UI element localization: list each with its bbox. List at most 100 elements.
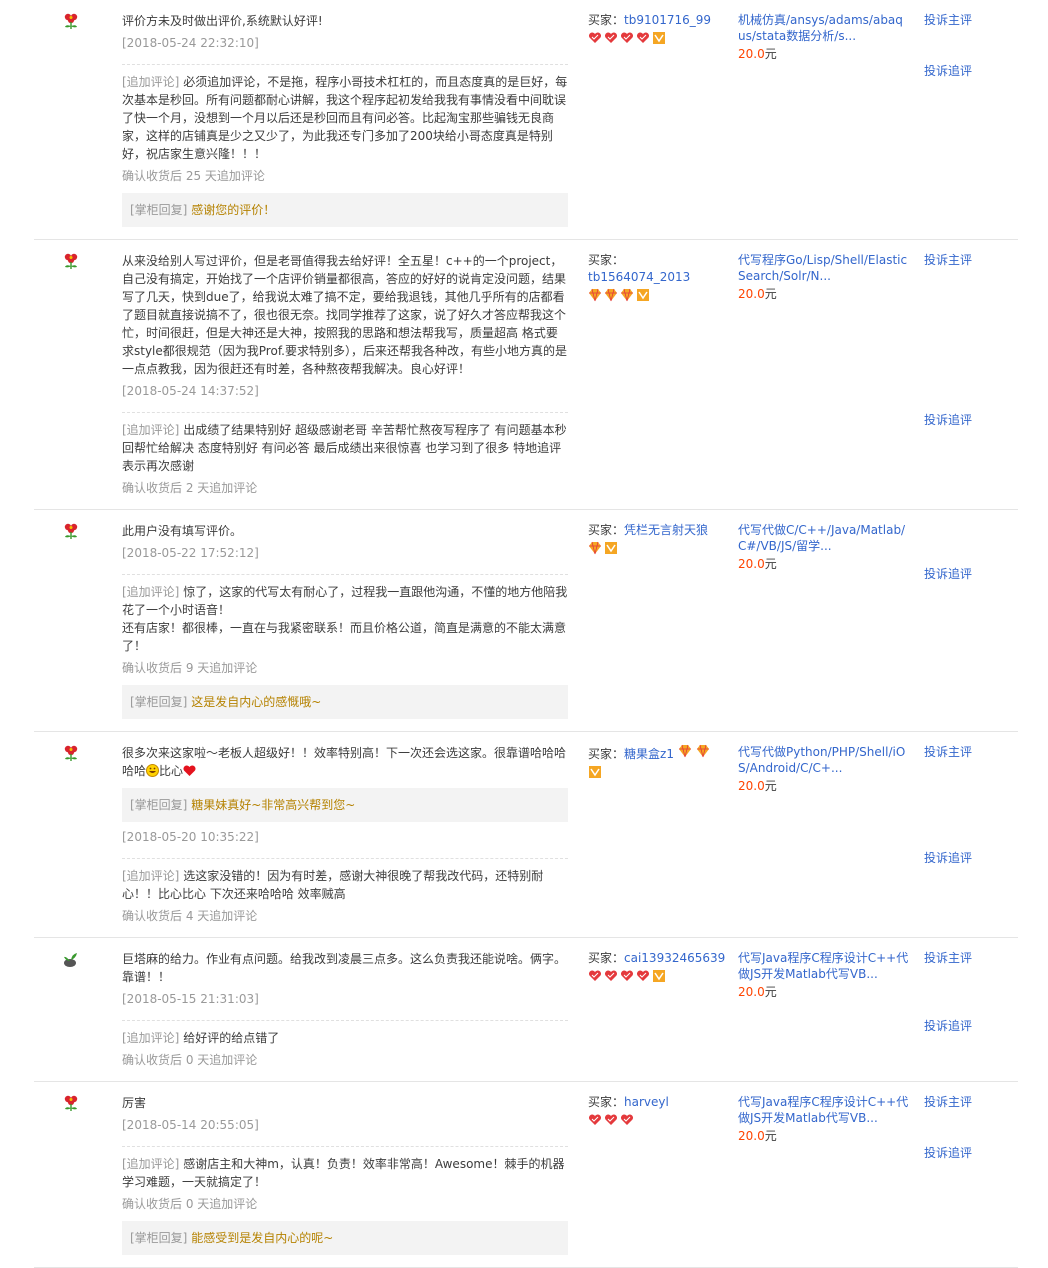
complain-main-link[interactable]: 投诉主评	[924, 744, 1014, 760]
green-plant-icon	[62, 950, 80, 968]
item-title-link[interactable]: 代写程序Go/Lisp/Shell/Elastic Search/Solr/N.…	[738, 253, 907, 283]
heart-icon	[620, 1113, 634, 1127]
diamond-icon	[620, 288, 634, 302]
currency-label: 元	[764, 985, 777, 999]
item-price: 20.0	[738, 287, 765, 301]
complain-main-link[interactable]: 投诉主评	[924, 1094, 1014, 1110]
buyer-info: 买家：harveyl	[588, 1094, 726, 1127]
currency-label: 元	[764, 287, 777, 301]
diamond-icon	[588, 288, 602, 302]
buyer-credit-badges	[588, 765, 726, 779]
item-title-link[interactable]: 机械仿真/ansys/adams/abaqus/stata数据分析/s...	[738, 13, 903, 43]
item-info: 代写程序Go/Lisp/Shell/Elastic Search/Solr/N.…	[738, 252, 910, 302]
heart-icon	[604, 31, 618, 45]
vip-icon	[652, 31, 666, 45]
buyer-name-link[interactable]: tb1564074_2013	[588, 270, 690, 284]
append-tag: [追加评论]	[122, 585, 180, 599]
complain-main-link[interactable]: 投诉主评	[924, 950, 1014, 966]
append-meta: 确认收货后 4 天追加评论	[122, 909, 258, 923]
append-meta: 确认收货后 0 天追加评论	[122, 1197, 258, 1211]
buyer-name-link[interactable]: cai13932465639	[624, 951, 725, 965]
currency-label: 元	[764, 1129, 777, 1143]
buyer-info: 买家：tb9101716_99	[588, 12, 726, 45]
red-flower-icon	[62, 744, 80, 762]
red-heart-icon	[183, 764, 196, 776]
append-text: 给好评的给点错了	[183, 1031, 280, 1045]
buyer-label: 买家：	[588, 13, 625, 27]
item-title-link[interactable]: 代写代做C/C++/Java/Matlab/C#/VB/JS/留学...	[738, 523, 905, 553]
buyer-label: 买家：	[588, 523, 625, 537]
heart-icon	[604, 1113, 618, 1127]
heart-icon	[588, 31, 602, 45]
seller-reply: [掌柜回复] 感谢您的评价！	[122, 193, 568, 227]
grin-emoji-icon	[146, 764, 160, 777]
review-list: 评价方未及时做出评价,系统默认好评! [2018-05-24 22:32:10]…	[34, 0, 1018, 1268]
item-price: 20.0	[738, 985, 765, 999]
append-meta: 确认收货后 9 天追加评论	[122, 661, 258, 675]
item-info: 代写Java程序C程序设计C++代做JS开发Matlab代写VB... 20.0…	[738, 950, 910, 1000]
currency-label: 元	[764, 557, 777, 571]
append-tag: [追加评论]	[122, 1031, 180, 1045]
buyer-name-link[interactable]: tb9101716_99	[624, 13, 711, 27]
buyer-info: 买家： tb1564074_2013	[588, 252, 726, 302]
append-tag: [追加评论]	[122, 869, 180, 883]
buyer-name-link[interactable]: harveyl	[624, 1095, 669, 1109]
reply-text: 这是发自内心的感慨哦~	[191, 695, 322, 709]
review-date: [2018-05-14 20:55:05]	[122, 1116, 568, 1147]
complain-append-link[interactable]: 投诉追评	[924, 412, 1014, 428]
red-flower-icon	[62, 12, 80, 30]
item-info: 代写代做Python/PHP/Shell/iOS/Android/C/C+...…	[738, 744, 910, 794]
currency-label: 元	[764, 47, 777, 61]
review-date: [2018-05-24 22:32:10]	[122, 34, 568, 65]
complain-main-link[interactable]: 投诉主评	[924, 252, 1014, 268]
red-flower-icon	[62, 1094, 80, 1112]
complain-append-link[interactable]: 投诉追评	[924, 1018, 1014, 1034]
buyer-name-link[interactable]: 凭栏无言射天狼	[624, 523, 708, 537]
diamond-icon	[696, 744, 710, 758]
complain-main-link[interactable]: 投诉主评	[924, 12, 1014, 28]
review-date: [2018-05-24 14:37:52]	[122, 382, 568, 413]
heart-icon	[588, 969, 602, 983]
review-item: 此用户没有填写评价。 [2018-05-22 17:52:12] [追加评论] …	[34, 510, 1018, 732]
review-text: 评价方未及时做出评价,系统默认好评!	[122, 14, 323, 28]
complain-append-link[interactable]: 投诉追评	[924, 566, 1014, 582]
append-meta: 确认收货后 25 天追加评论	[122, 169, 265, 183]
item-info: 代写代做C/C++/Java/Matlab/C#/VB/JS/留学... 20.…	[738, 522, 910, 572]
buyer-info: 买家：糖果盒z1	[588, 744, 726, 779]
heart-icon	[636, 31, 650, 45]
complain-append-link[interactable]: 投诉追评	[924, 850, 1014, 866]
reply-text: 感谢您的评价！	[191, 203, 276, 217]
heart-icon	[604, 969, 618, 983]
review-item: 很多次来这家啦～老板人超级好！！效率特别高！下一次还会选这家。很靠谱哈哈哈哈哈比…	[34, 732, 1018, 938]
review-item: 从来没给别人写过评价，但是老哥值得我去给好评！全五星！c++的一个project…	[34, 240, 1018, 510]
reply-text: 糖果妹真好~非常高兴帮到您~	[191, 798, 356, 812]
heart-icon	[588, 1113, 602, 1127]
buyer-name-link[interactable]: 糖果盒z1	[624, 747, 674, 761]
item-title-link[interactable]: 代写代做Python/PHP/Shell/iOS/Android/C/C+...	[738, 745, 905, 775]
append-meta: 确认收货后 0 天追加评论	[122, 1053, 258, 1067]
heart-icon	[620, 969, 634, 983]
review-text: 厉害	[122, 1096, 147, 1110]
buyer-info: 买家：cai13932465639	[588, 950, 726, 983]
seller-reply: [掌柜回复] 这是发自内心的感慨哦~	[122, 685, 568, 719]
item-info: 代写Java程序C程序设计C++代做JS开发Matlab代写VB... 20.0…	[738, 1094, 910, 1144]
review-date: [2018-05-20 10:35:22]	[122, 828, 568, 859]
item-title-link[interactable]: 代写Java程序C程序设计C++代做JS开发Matlab代写VB...	[738, 951, 908, 981]
append-text: 感谢店主和大神m，认真！负责！效率非常高！Awesome！棘手的机器学习难题，一…	[122, 1157, 565, 1189]
item-info: 机械仿真/ansys/adams/abaqus/stata数据分析/s... 2…	[738, 12, 910, 62]
seller-reply: [掌柜回复] 能感受到是发自内心的呢~	[122, 1221, 568, 1255]
buyer-credit-badges	[588, 31, 726, 45]
item-price: 20.0	[738, 47, 765, 61]
diamond-icon	[678, 744, 692, 758]
review-date: [2018-05-15 21:31:03]	[122, 990, 568, 1021]
review-text: 很多次来这家啦～老板人超级好！！效率特别高！下一次还会选这家。很靠谱哈哈哈哈哈比…	[122, 746, 567, 778]
diamond-icon	[604, 288, 618, 302]
review-text: 巨塔麻的给力。作业有点问题。给我改到凌晨三点多。这么负责我还能说啥。俩字。靠谱！…	[122, 952, 567, 984]
append-meta: 确认收货后 2 天追加评论	[122, 481, 258, 495]
complain-append-link[interactable]: 投诉追评	[924, 1145, 1014, 1161]
item-price: 20.0	[738, 1129, 765, 1143]
heart-icon	[620, 31, 634, 45]
complain-append-link[interactable]: 投诉追评	[924, 63, 1014, 79]
item-title-link[interactable]: 代写Java程序C程序设计C++代做JS开发Matlab代写VB...	[738, 1095, 908, 1125]
seller-reply: [掌柜回复] 糖果妹真好~非常高兴帮到您~	[122, 788, 568, 822]
